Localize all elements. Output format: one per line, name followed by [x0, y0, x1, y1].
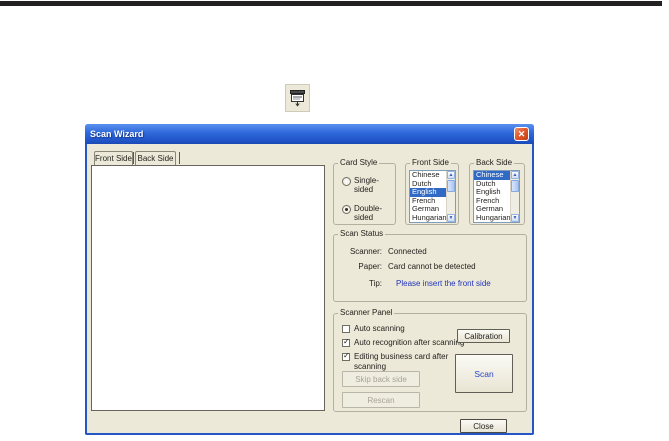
close-window-button[interactable]: ✕	[514, 127, 529, 141]
check-icon: ✓	[343, 351, 350, 360]
scan-toolbar-button[interactable]	[285, 84, 310, 112]
tab-front-side[interactable]: Front Side	[94, 151, 133, 166]
radio-double-sided[interactable]: Double-sided	[342, 204, 388, 222]
scan-wizard-dialog: Scan Wizard ✕ Front Side Back Side Card …	[85, 124, 534, 435]
listbox-items: Chinese Dutch English French German Hung…	[474, 171, 510, 222]
listbox-front-side[interactable]: Chinese Dutch English French German Hung…	[409, 170, 456, 223]
radio-selected-icon[interactable]	[342, 205, 351, 214]
page-top-rule	[0, 1, 662, 6]
tab-separator	[133, 152, 134, 164]
close-icon: ✕	[517, 129, 526, 139]
status-row-tip: Tip: Please insert the front side	[342, 279, 491, 288]
status-label: Tip:	[368, 279, 382, 288]
radio-single-sided[interactable]: Single-sided	[342, 176, 388, 194]
radio-icon[interactable]	[342, 177, 351, 186]
group-back-side-language: Back Side Chinese Dutch English French G…	[469, 158, 525, 225]
radio-single-sided-label: Single-sided	[354, 176, 379, 194]
group-scan-status-legend: Scan Status	[338, 229, 386, 239]
calibration-button[interactable]: Calibration	[457, 329, 510, 343]
group-front-side-legend: Front Side	[410, 158, 451, 168]
group-scanner-panel-legend: Scanner Panel	[338, 308, 395, 318]
status-value: Connected	[388, 247, 427, 256]
status-label: Scanner:	[349, 247, 382, 256]
status-label: Paper:	[358, 262, 382, 271]
group-scan-status: Scan Status Scanner: Connected Paper: Ca…	[333, 229, 527, 302]
checkbox-auto-scanning-label: Auto scanning	[354, 324, 405, 333]
scanner-icon	[290, 90, 305, 107]
checkbox-auto-scanning[interactable]: Auto scanning	[342, 324, 474, 334]
checkbox-auto-recognition-label: Auto recognition after scanning	[354, 338, 465, 347]
arrow-up-icon: ▲	[448, 172, 454, 178]
close-dialog-button[interactable]: Close	[460, 419, 507, 433]
tab-separator	[179, 152, 180, 164]
card-preview-panel	[91, 165, 325, 411]
status-value: Card cannot be detected	[388, 262, 476, 271]
scrollbar-up-button[interactable]: ▲	[447, 171, 455, 179]
list-item[interactable]: Hungarian	[474, 213, 510, 223]
skip-back-side-button[interactable]: Skip back side	[342, 371, 420, 387]
scan-button[interactable]: Scan	[455, 354, 513, 393]
dialog-title: Scan Wizard	[90, 129, 144, 139]
status-tip-value: Please insert the front side	[396, 279, 491, 288]
scrollbar-track[interactable]	[511, 193, 519, 214]
checkbox-auto-recognition[interactable]: ✓ Auto recognition after scanning	[342, 338, 474, 348]
scrollbar-down-button[interactable]: ▼	[447, 214, 455, 222]
scrollbar-thumb[interactable]	[511, 180, 519, 192]
status-row-paper: Paper: Card cannot be detected	[342, 262, 476, 271]
group-card-style: Card Style Single-sided Double-sided	[333, 158, 396, 225]
group-scanner-panel: Scanner Panel Auto scanning ✓ Auto recog…	[333, 308, 527, 412]
tab-back-side[interactable]: Back Side	[135, 151, 176, 165]
arrow-down-icon: ▼	[512, 215, 518, 221]
listbox-back-side[interactable]: Chinese Dutch English French German Hung…	[473, 170, 520, 223]
dialog-titlebar[interactable]: Scan Wizard	[85, 124, 534, 144]
scrollbar-thumb[interactable]	[447, 180, 455, 192]
checkbox-checked-icon[interactable]: ✓	[342, 337, 350, 347]
scrollbar[interactable]: ▲ ▼	[446, 171, 455, 222]
check-icon: ✓	[343, 337, 350, 346]
checkbox-checked-icon[interactable]: ✓	[342, 351, 350, 361]
listbox-items: Chinese Dutch English French German Hung…	[410, 171, 446, 222]
radio-double-sided-label: Double-sided	[354, 204, 383, 222]
checkbox-icon[interactable]	[342, 325, 350, 333]
list-item[interactable]: Hungarian	[410, 213, 446, 223]
arrow-down-icon: ▼	[448, 215, 454, 221]
arrow-up-icon: ▲	[512, 172, 518, 178]
group-back-side-legend: Back Side	[474, 158, 515, 168]
scrollbar[interactable]: ▲ ▼	[510, 171, 519, 222]
scrollbar-up-button[interactable]: ▲	[511, 171, 519, 179]
rescan-button[interactable]: Rescan	[342, 392, 420, 408]
group-card-style-legend: Card Style	[338, 158, 380, 168]
scrollbar-track[interactable]	[447, 193, 455, 214]
status-row-scanner: Scanner: Connected	[342, 247, 427, 256]
group-front-side-language: Front Side Chinese Dutch English French …	[405, 158, 459, 225]
scrollbar-down-button[interactable]: ▼	[511, 214, 519, 222]
